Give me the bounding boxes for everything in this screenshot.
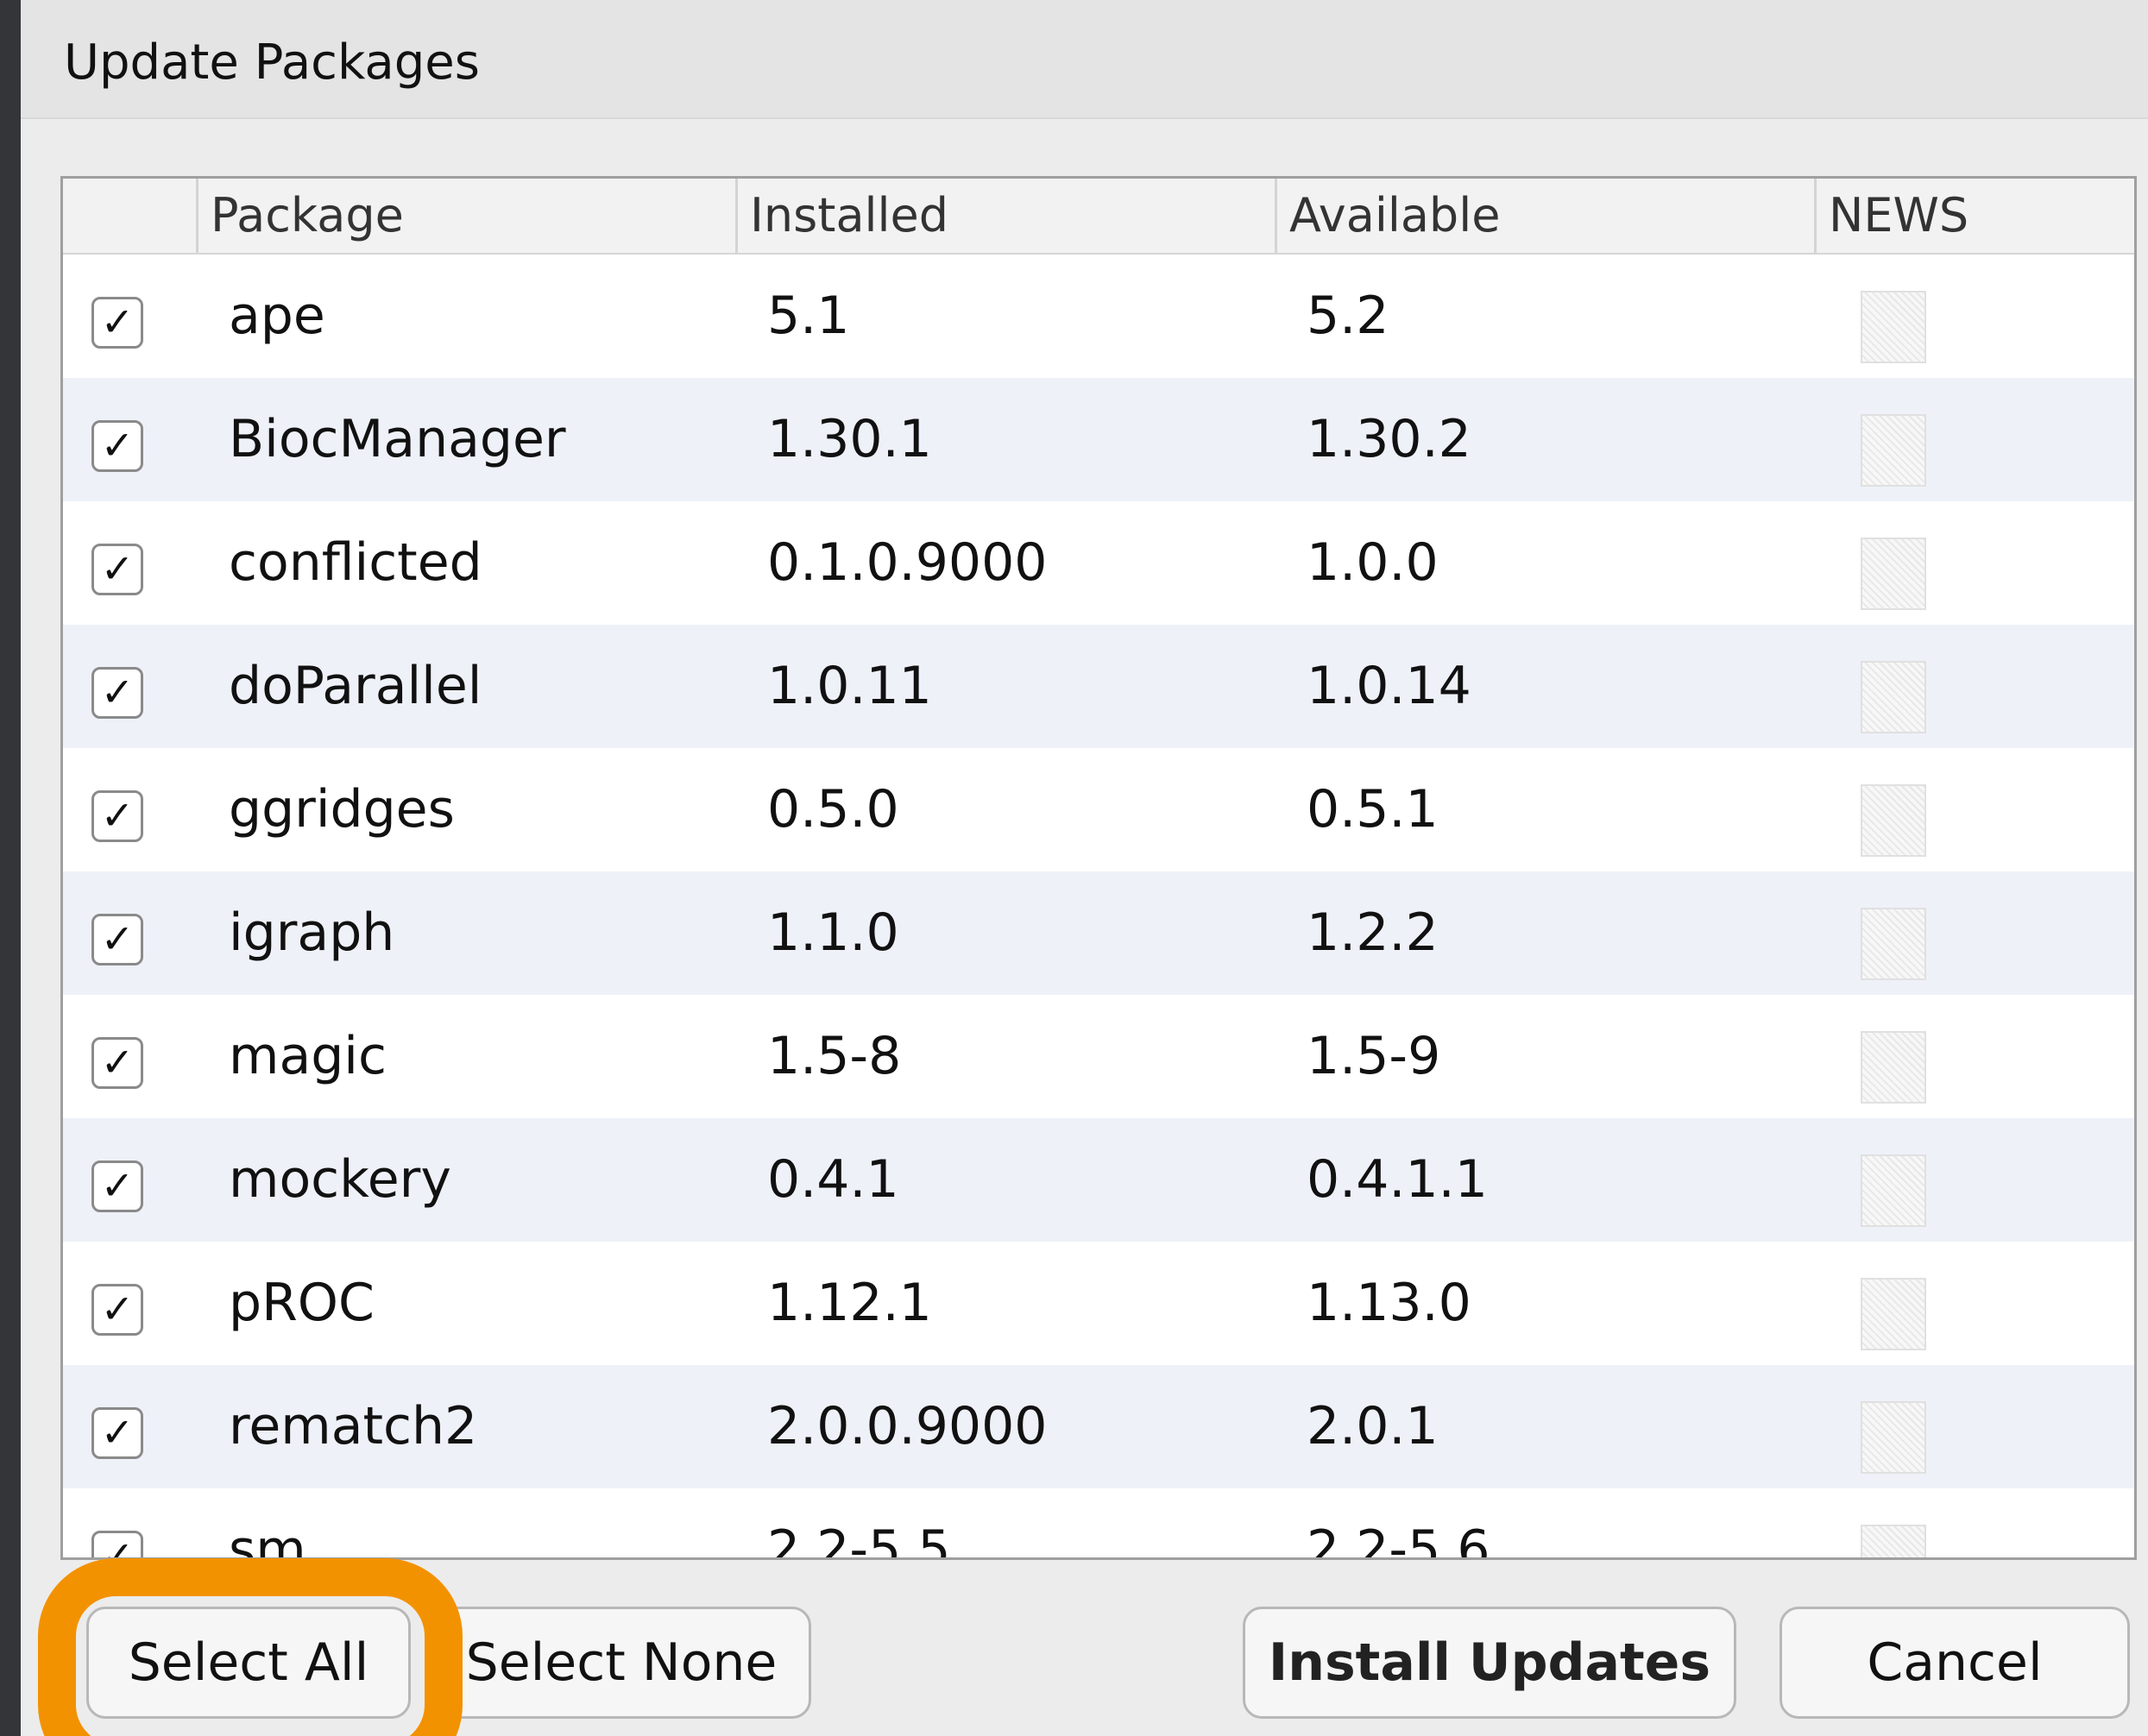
news-doc-icon[interactable] [1861,784,1926,857]
news-doc-icon[interactable] [1861,908,1926,980]
installed-version: 1.1.0 [767,903,899,963]
available-version: 1.5-9 [1307,1026,1441,1086]
table-row[interactable]: ✓ igraph 1.1.0 1.2.2 [63,871,2134,995]
header-news[interactable]: NEWS [1814,179,2134,253]
select-none-button[interactable]: Select None [431,1607,811,1719]
header-available[interactable]: Available [1275,179,1814,253]
news-doc-icon[interactable] [1861,291,1926,363]
row-checkbox[interactable]: ✓ [91,297,143,349]
select-all-button[interactable]: Select All [86,1607,411,1719]
header-select [63,179,196,253]
installed-version: 1.30.1 [767,409,932,469]
row-checkbox[interactable]: ✓ [91,1531,143,1557]
table-row[interactable]: ✓ ggridges 0.5.0 0.5.1 [63,748,2134,871]
table-row[interactable]: ✓ sm 2.2-5.5 2.2-5.6 [63,1488,2134,1557]
row-checkbox[interactable]: ✓ [91,1284,143,1336]
news-doc-icon[interactable] [1861,1278,1926,1350]
installed-version: 0.4.1 [767,1149,899,1210]
row-checkbox[interactable]: ✓ [91,1407,143,1459]
package-name: ggridges [229,779,455,840]
news-doc-icon[interactable] [1861,414,1926,487]
installed-version: 2.2-5.5 [767,1519,951,1557]
available-version: 0.5.1 [1307,779,1439,840]
available-version: 0.4.1.1 [1307,1149,1488,1210]
package-name: igraph [229,903,395,963]
table-row[interactable]: ✓ pROC 1.12.1 1.13.0 [63,1242,2134,1365]
package-name: BiocManager [229,409,566,469]
package-name: mockery [229,1149,451,1210]
installed-version: 1.0.11 [767,656,932,716]
row-checkbox[interactable]: ✓ [91,1160,143,1212]
available-version: 1.0.14 [1307,656,1471,716]
dialog-title: Update Packages [64,35,480,91]
package-name: conflicted [229,532,482,593]
available-version: 1.2.2 [1307,903,1439,963]
available-version: 2.0.1 [1307,1396,1439,1456]
packages-table: Package Installed Available NEWS ✓ ape 5.1… [60,176,2137,1560]
available-version: 1.13.0 [1307,1273,1471,1333]
table-row[interactable]: ✓ mockery 0.4.1 0.4.1.1 [63,1118,2134,1242]
table-body[interactable]: ✓ ape 5.1 5.2 ✓ BiocManager 1.30.1 1.30.2 ✓ confl… [63,255,2134,1557]
dialog-title-bar: Update Packages [21,0,2148,119]
package-name: sm [229,1519,306,1557]
update-packages-dialog: Update Packages Package Installed Availa… [21,0,2148,1736]
news-doc-icon[interactable] [1861,661,1926,733]
news-doc-icon[interactable] [1861,538,1926,610]
installed-version: 2.0.0.9000 [767,1396,1048,1456]
table-row[interactable]: ✓ conflicted 0.1.0.9000 1.0.0 [63,501,2134,625]
package-name: magic [229,1026,387,1086]
row-checkbox[interactable]: ✓ [91,1037,143,1089]
package-name: rematch2 [229,1396,478,1456]
available-version: 2.2-5.6 [1307,1519,1490,1557]
table-row[interactable]: ✓ rematch2 2.0.0.9000 2.0.1 [63,1365,2134,1488]
installed-version: 0.5.0 [767,779,899,840]
table-row[interactable]: ✓ doParallel 1.0.11 1.0.14 [63,625,2134,748]
package-name: pROC [229,1273,375,1333]
package-name: doParallel [229,656,482,716]
header-package[interactable]: Package [196,179,735,253]
table-row[interactable]: ✓ magic 1.5-8 1.5-9 [63,995,2134,1118]
news-doc-icon[interactable] [1861,1401,1926,1474]
available-version: 5.2 [1307,286,1389,346]
table-header: Package Installed Available NEWS [63,179,2134,255]
available-version: 1.30.2 [1307,409,1471,469]
installed-version: 1.5-8 [767,1026,902,1086]
row-checkbox[interactable]: ✓ [91,914,143,965]
table-row[interactable]: ✓ ape 5.1 5.2 [63,255,2134,378]
row-checkbox[interactable]: ✓ [91,667,143,719]
row-checkbox[interactable]: ✓ [91,544,143,595]
installed-version: 0.1.0.9000 [767,532,1048,593]
cancel-button[interactable]: Cancel [1780,1607,2130,1719]
installed-version: 1.12.1 [767,1273,932,1333]
installed-version: 5.1 [767,286,850,346]
row-checkbox[interactable]: ✓ [91,420,143,472]
available-version: 1.0.0 [1307,532,1439,593]
news-doc-icon[interactable] [1861,1031,1926,1104]
news-doc-icon[interactable] [1861,1525,1926,1557]
package-name: ape [229,286,325,346]
news-doc-icon[interactable] [1861,1154,1926,1227]
install-updates-button[interactable]: Install Updates [1243,1607,1736,1719]
header-installed[interactable]: Installed [735,179,1275,253]
row-checkbox[interactable]: ✓ [91,790,143,842]
table-row[interactable]: ✓ BiocManager 1.30.1 1.30.2 [63,378,2134,501]
